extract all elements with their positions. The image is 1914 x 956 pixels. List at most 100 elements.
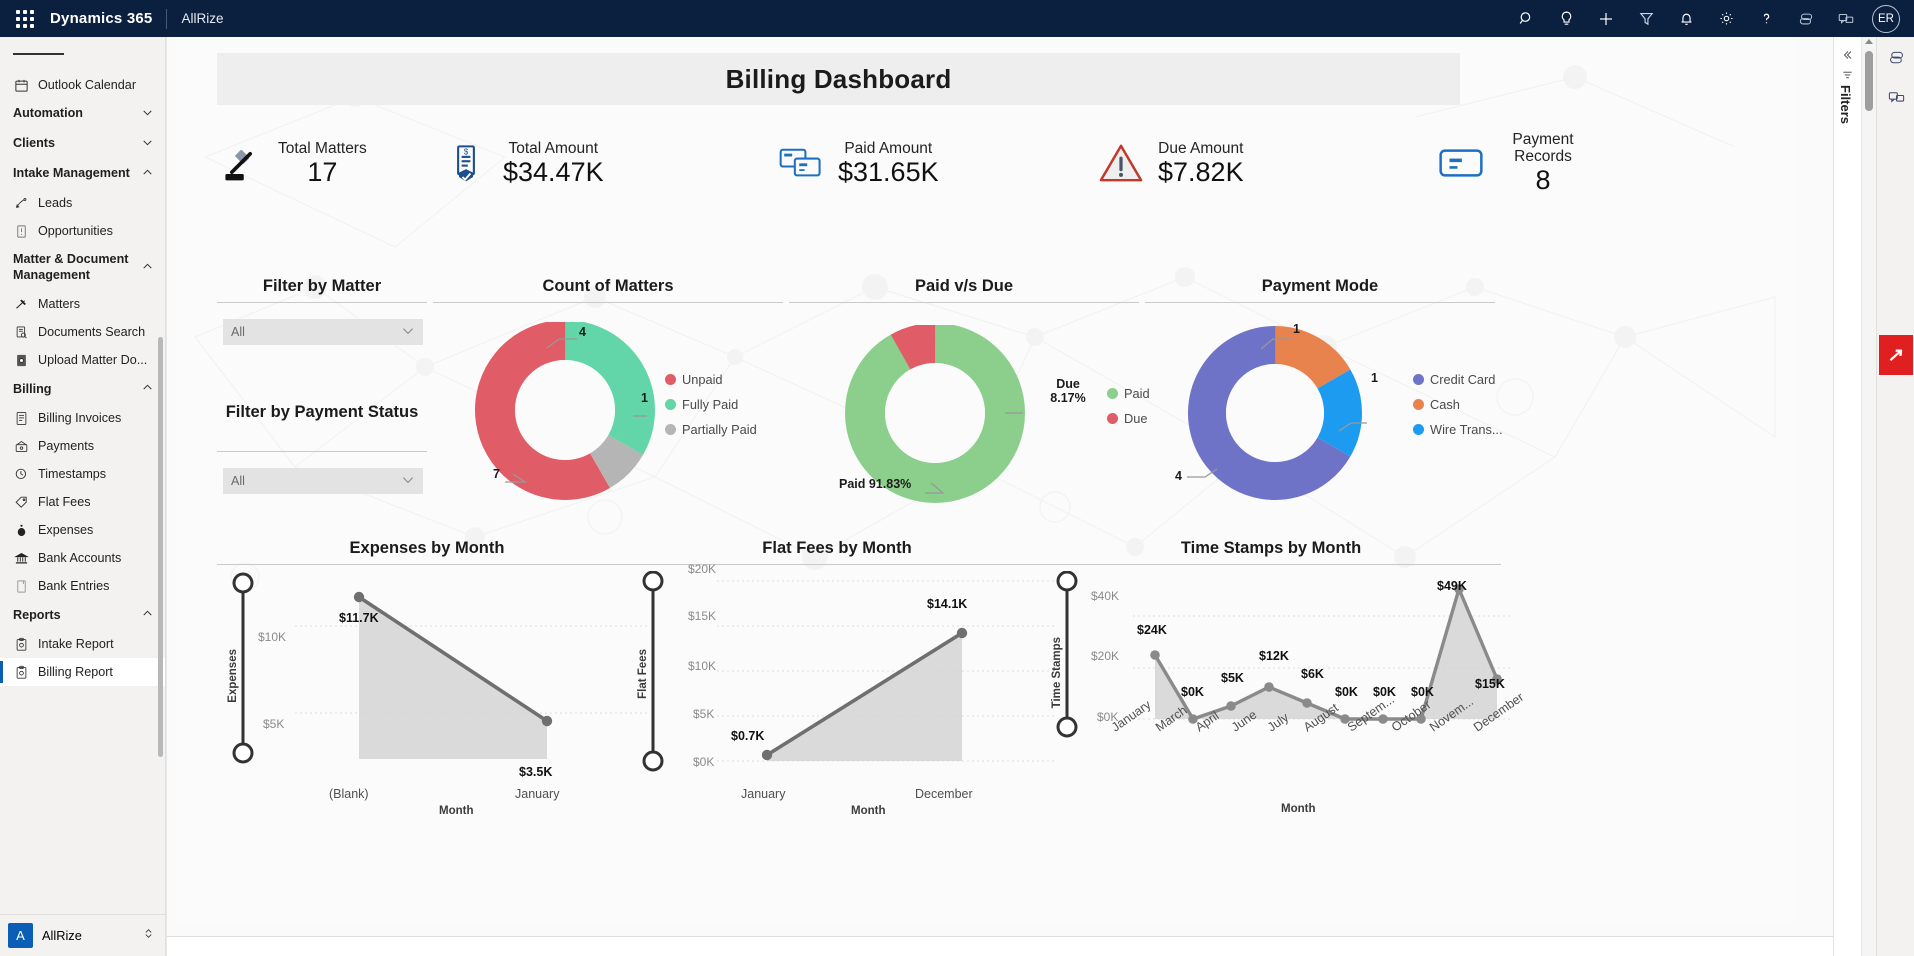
due-text: Due (1056, 377, 1080, 391)
copilot-icon[interactable] (1877, 37, 1914, 77)
expenses-ytick-10k: $10K (258, 630, 287, 644)
filters-pane-label[interactable]: Filters (1838, 85, 1853, 124)
lightbulb-icon[interactable] (1546, 0, 1586, 37)
kpi-payment-records[interactable]: Payment Records 8 (1437, 131, 1588, 194)
upload-icon (13, 352, 29, 368)
sidebar-group-billing[interactable]: Billing (0, 374, 165, 404)
payment-mode-donut[interactable] (1175, 325, 1375, 505)
legend-label: Wire Trans... (1430, 422, 1503, 437)
sidebar-item-expenses[interactable]: Expenses (0, 516, 165, 544)
sidebar-item-upload-matter-documents[interactable]: Upload Matter Do... (0, 346, 165, 374)
payment-icon (13, 438, 29, 454)
flat-fees-by-month-plot[interactable] (627, 571, 1057, 801)
feedback-icon[interactable] (1826, 0, 1866, 37)
kpi-total-matters[interactable]: Total Matters 17 (217, 139, 367, 187)
legend-item[interactable]: Fully Paid (665, 392, 757, 417)
sidebar-area-switcher[interactable]: A AllRize (0, 914, 165, 956)
zoho-icon[interactable]: ↗ (1879, 335, 1913, 375)
time-stamps-by-month-rule (1041, 564, 1501, 565)
avatar[interactable]: ER (1872, 4, 1900, 33)
sidebar-item-outlook-calendar[interactable]: Outlook Calendar (0, 71, 165, 99)
legend-label: Cash (1430, 397, 1460, 412)
gear-icon[interactable] (1706, 0, 1746, 37)
sidebar-item-billing-report[interactable]: Billing Report (0, 658, 165, 687)
range-slider-top-handle (642, 571, 664, 592)
gavel-icon (217, 139, 265, 187)
sidebar-item-timestamps[interactable]: Timestamps (0, 460, 165, 488)
sidebar-item-flat-fees[interactable]: Flat Fees (0, 488, 165, 516)
app-name[interactable]: AllRize (181, 11, 223, 26)
sidebar-group-label: Matter & Document Management (13, 252, 129, 282)
legend-item[interactable]: Paid (1107, 381, 1150, 406)
sidebar-group-reports[interactable]: Reports (0, 600, 165, 630)
sidebar-item-documents-search[interactable]: Documents Search (0, 318, 165, 346)
time-stamps-value-november: $49K (1437, 579, 1467, 593)
bell-icon[interactable] (1666, 0, 1706, 37)
time-stamps-value-june: $12K (1259, 649, 1289, 663)
sidebar-item-billing-invoices[interactable]: Billing Invoices (0, 404, 165, 432)
search-icon[interactable] (1506, 0, 1546, 37)
sidebar-item-opportunities[interactable]: Opportunities (0, 217, 165, 245)
legend-item[interactable]: Cash (1413, 392, 1503, 417)
app-launcher-button[interactable] (6, 0, 44, 37)
expenses-by-month-plot[interactable] (217, 571, 647, 801)
time-stamps-ytick-40k: $40K (1091, 589, 1120, 603)
collapse-filters-icon[interactable] (1841, 49, 1853, 64)
sidebar-group-intake-management[interactable]: Intake Management (0, 159, 165, 189)
calendar-icon (13, 77, 29, 93)
kpi-paid-amount[interactable]: Paid Amount $31.65K (777, 139, 939, 187)
sidebar-group-label: Clients (13, 136, 55, 151)
app-body: Outlook Calendar Automation Clients Inta… (0, 37, 1914, 956)
legend-item[interactable]: Credit Card (1413, 367, 1503, 392)
sidebar-group-label: Automation (13, 106, 83, 121)
flat-fees-value-label-january: $0.7K (731, 729, 765, 743)
sidebar-group-matter-document-management[interactable]: Matter & Document Management (0, 245, 165, 290)
scrollbar-thumb[interactable] (1865, 51, 1873, 111)
filter-by-payment-status-select[interactable]: All (223, 468, 423, 494)
sidebar-item-leads[interactable]: Leads (0, 189, 165, 217)
kpi-label: Due Amount (1158, 139, 1244, 157)
legend-item[interactable]: Due (1107, 406, 1150, 431)
copilot-icon[interactable] (1786, 0, 1826, 37)
kpi-label: Total Matters (278, 139, 367, 157)
time-stamps-value-april: $5K (1221, 671, 1244, 685)
filter-by-matter-select[interactable]: All (223, 319, 423, 345)
expenses-category-january: January (515, 787, 560, 801)
expenses-ytick-5k: $5K (263, 717, 285, 731)
area-avatar: A (8, 923, 33, 948)
clock-icon (13, 466, 29, 482)
help-icon[interactable] (1746, 0, 1786, 37)
opportunity-icon (13, 223, 29, 239)
count-of-matters-label-partially-paid: 1 (641, 391, 648, 405)
sidebar-item-intake-report[interactable]: Intake Report (0, 630, 165, 658)
sidebar-item-bank-accounts[interactable]: Bank Accounts (0, 544, 165, 572)
chevron-up-icon (141, 607, 155, 623)
billing-report: Billing Dashboard Total Matters 17 $ Tot… (175, 37, 1795, 923)
plus-icon[interactable] (1586, 0, 1626, 37)
expenses-by-month-title: Expenses by Month (349, 539, 505, 557)
page-scrollbar[interactable] (1861, 37, 1876, 956)
legend-item[interactable]: Wire Trans... (1413, 417, 1503, 442)
sidebar-group-clients[interactable]: Clients (0, 129, 165, 159)
filter-matter-value: All (231, 325, 245, 339)
kpi-row: Total Matters 17 $ Total Amount $34.47K … (217, 117, 1787, 217)
sidebar-collapse-button[interactable] (0, 37, 165, 71)
legend-item[interactable]: Unpaid (665, 367, 757, 392)
warning-icon (1097, 139, 1145, 187)
sidebar-item-bank-entries[interactable]: Bank Entries (0, 572, 165, 600)
sidebar-item-matters[interactable]: Matters (0, 290, 165, 318)
filter-icon[interactable] (1626, 0, 1666, 37)
sidebar-group-automation[interactable]: Automation (0, 99, 165, 129)
feedback-icon[interactable] (1877, 77, 1914, 117)
kpi-due-amount[interactable]: Due Amount $7.82K (1097, 139, 1244, 187)
sidebar-item-payments[interactable]: Payments (0, 432, 165, 460)
time-stamps-value-january: $24K (1137, 623, 1167, 637)
kpi-value: 8 (1535, 165, 1551, 196)
sidebar-item-label: Outlook Calendar (38, 78, 137, 92)
time-stamps-by-month-plot[interactable] (1041, 571, 1511, 801)
sidebar-scrollbar[interactable] (158, 337, 163, 757)
scroll-up-arrow-icon[interactable] (1865, 39, 1873, 44)
kpi-total-amount[interactable]: $ Total Amount $34.47K (442, 139, 604, 187)
legend-item[interactable]: Partially Paid (665, 417, 757, 442)
paid-vs-due-legend: Paid Due (1107, 381, 1150, 431)
